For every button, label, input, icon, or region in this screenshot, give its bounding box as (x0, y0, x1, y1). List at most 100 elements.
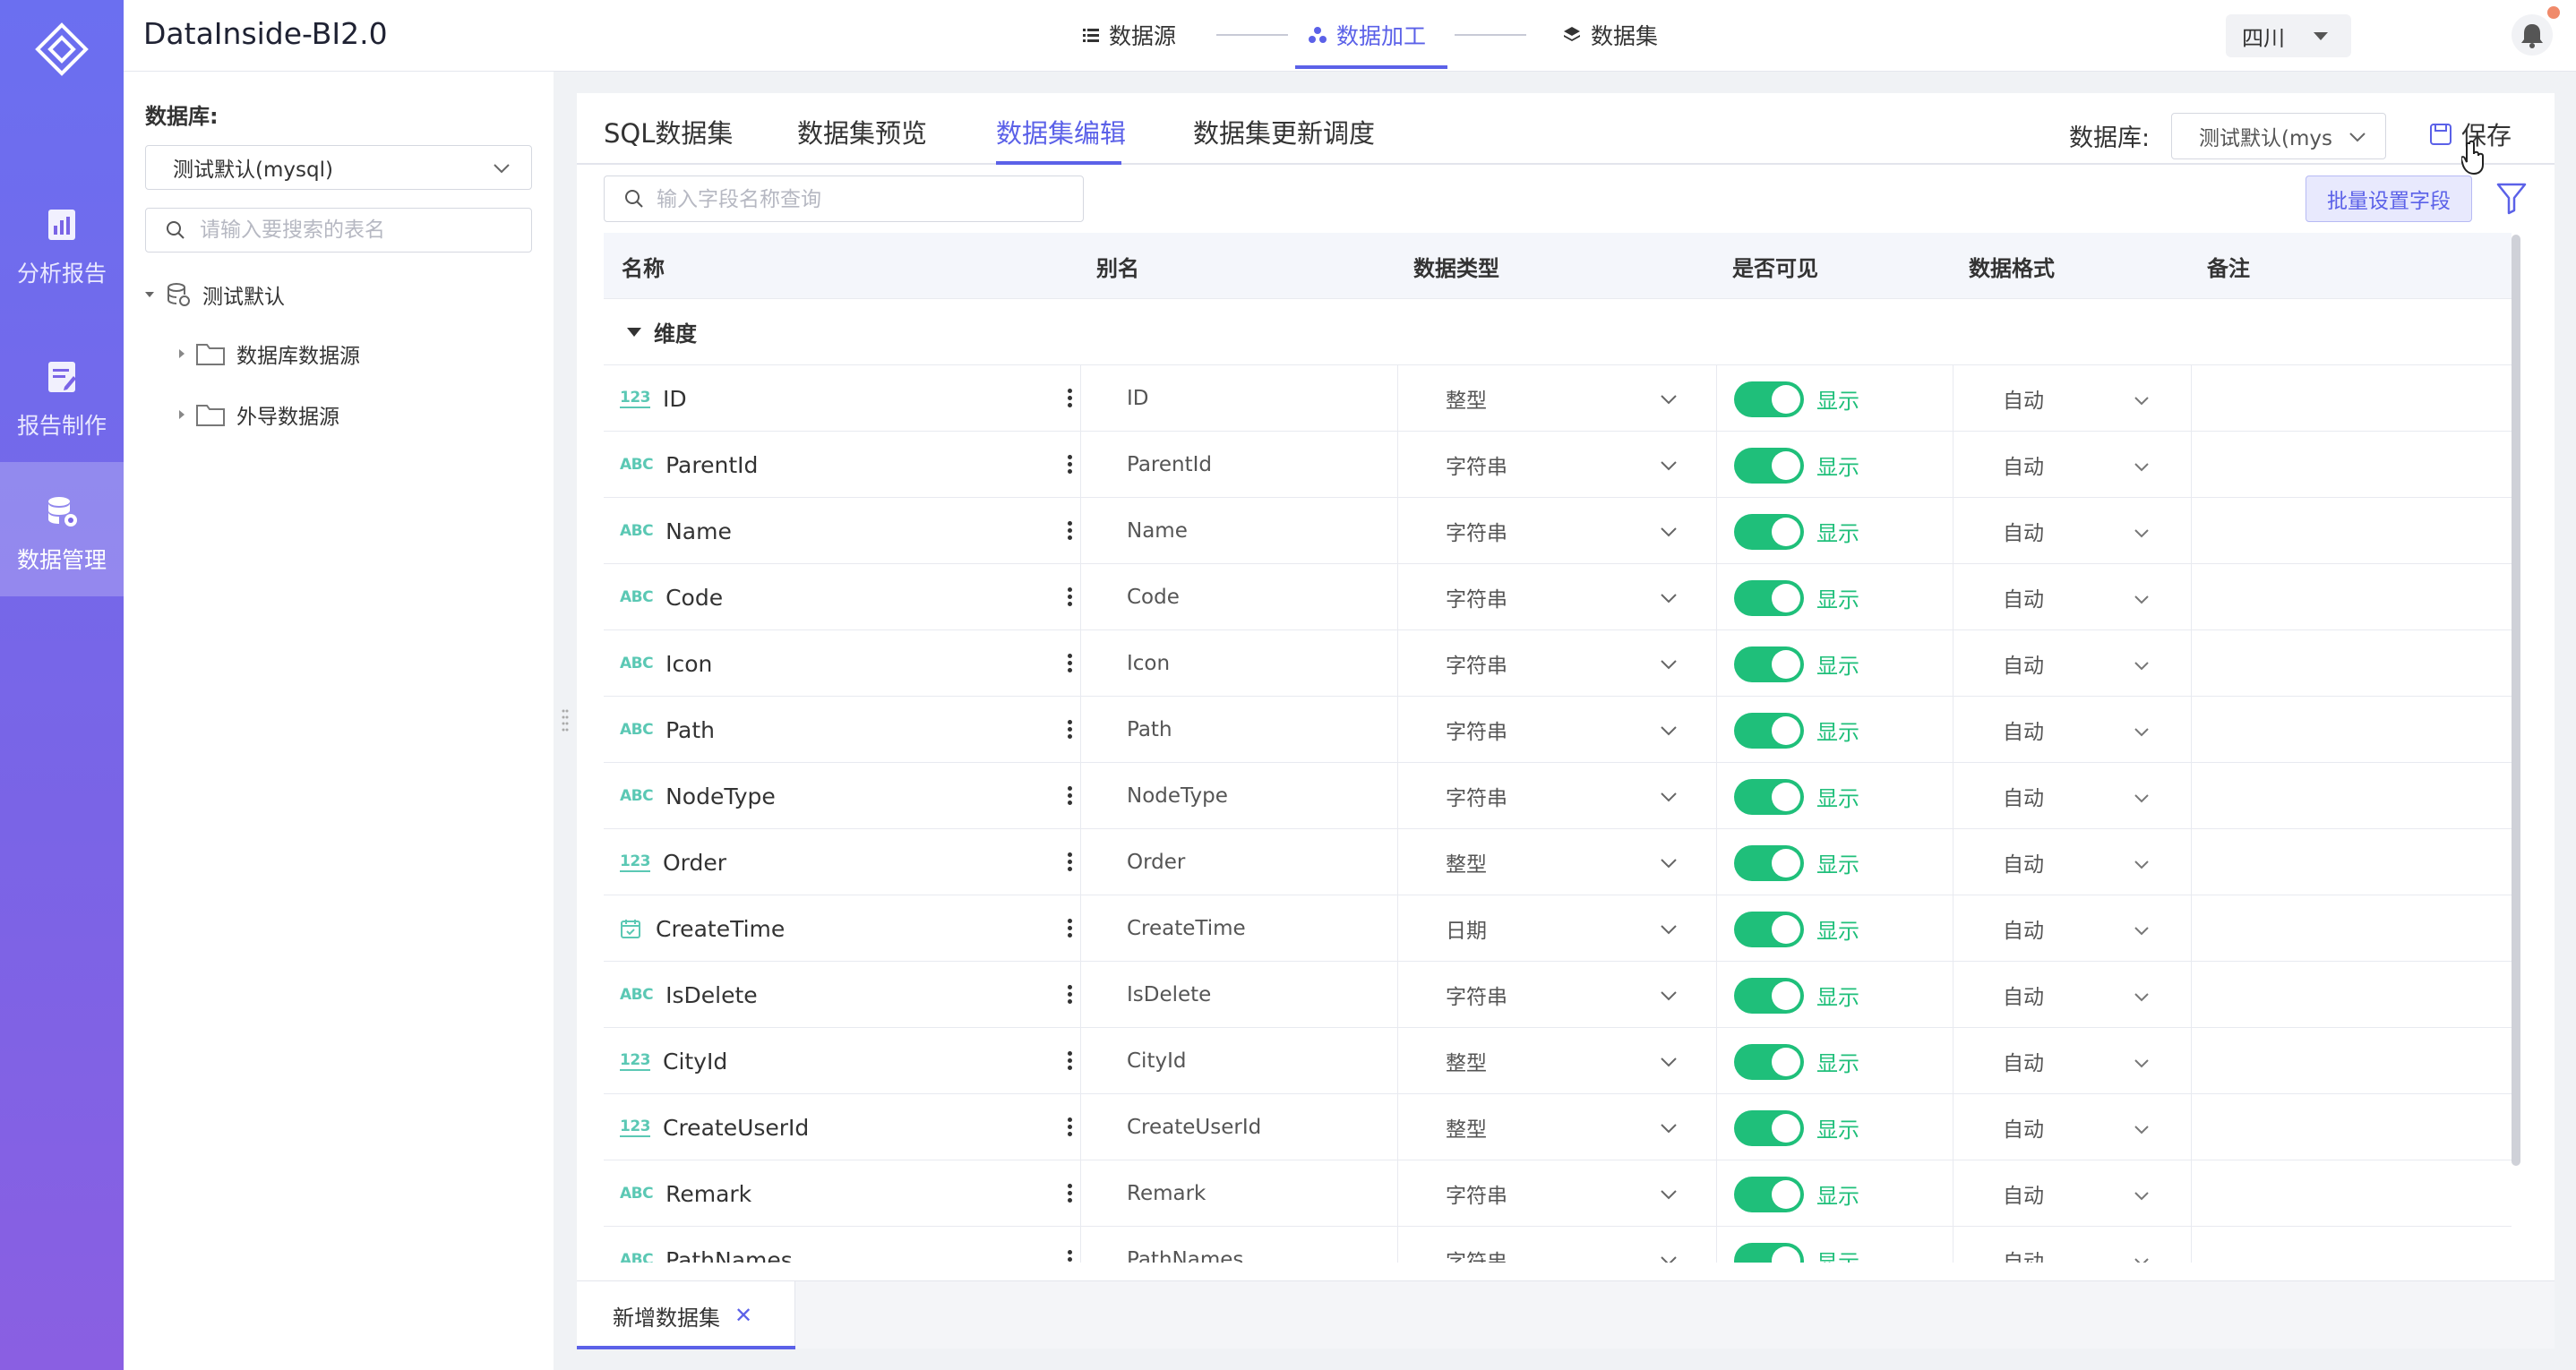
more-vertical-icon[interactable] (1060, 453, 1078, 478)
data-type-dropdown[interactable] (1659, 790, 1679, 807)
visible-toggle[interactable] (1734, 1177, 1804, 1212)
table-row[interactable]: 123 CreateUserId CreateUserId 整型 显示 自动 (604, 1094, 2512, 1160)
field-alias[interactable]: CreateUserId (1127, 1094, 1395, 1160)
table-row[interactable]: ABC Name Name 字符串 显示 自动 (604, 498, 2512, 564)
field-data-type[interactable]: 整型 (1446, 1094, 1553, 1160)
table-row[interactable]: ABC Icon Icon 字符串 显示 自动 (604, 630, 2512, 697)
group-row-dimension[interactable]: 维度 (604, 299, 2512, 365)
tab-dataset-preview[interactable]: 数据集预览 (797, 113, 927, 150)
data-type-dropdown[interactable] (1659, 657, 1679, 674)
field-format[interactable]: 自动 (2003, 432, 2092, 498)
expand-arrow-icon[interactable] (145, 292, 154, 297)
field-data-type[interactable]: 整型 (1446, 365, 1553, 432)
field-data-type[interactable]: 整型 (1446, 829, 1553, 895)
field-format[interactable]: 自动 (2003, 829, 2092, 895)
format-dropdown[interactable] (2134, 1056, 2150, 1073)
more-vertical-icon[interactable] (1060, 917, 1078, 942)
batch-set-fields-button[interactable]: 批量设置字段 (2306, 176, 2472, 222)
step-data-source[interactable]: 数据源 (1082, 0, 1176, 70)
data-type-dropdown[interactable] (1659, 392, 1679, 409)
toolbar-database-select[interactable]: 测试默认(mys (2171, 113, 2386, 159)
more-vertical-icon[interactable] (1060, 1182, 1078, 1207)
format-dropdown[interactable] (2134, 526, 2150, 543)
field-format[interactable]: 自动 (2003, 1227, 2092, 1263)
data-type-dropdown[interactable] (1659, 989, 1679, 1006)
field-format[interactable]: 自动 (2003, 1094, 2092, 1160)
field-alias[interactable]: ID (1127, 365, 1395, 432)
more-vertical-icon[interactable] (1060, 387, 1078, 412)
visible-toggle[interactable] (1734, 779, 1804, 815)
field-format[interactable]: 自动 (2003, 630, 2092, 697)
more-vertical-icon[interactable] (1060, 1049, 1078, 1075)
format-dropdown[interactable] (2134, 857, 2150, 874)
format-dropdown[interactable] (2134, 658, 2150, 675)
field-alias[interactable]: CreateTime (1127, 895, 1395, 962)
table-row[interactable]: ABC PathNames PathNames 字符串 显示 自动 (604, 1227, 2512, 1263)
step-dataset[interactable]: 数据集 (1562, 0, 1658, 70)
field-alias[interactable]: Icon (1127, 630, 1395, 697)
more-vertical-icon[interactable] (1060, 519, 1078, 544)
format-dropdown[interactable] (2134, 592, 2150, 609)
tab-dataset-edit[interactable]: 数据集编辑 (996, 113, 1126, 150)
field-data-type[interactable]: 日期 (1446, 895, 1553, 962)
visible-toggle[interactable] (1734, 381, 1804, 417)
table-row[interactable]: ABC Remark Remark 字符串 显示 自动 (604, 1160, 2512, 1227)
field-search-input[interactable] (657, 185, 1069, 214)
field-alias[interactable]: NodeType (1127, 763, 1395, 829)
table-row[interactable]: ABC Code Code 字符串 显示 自动 (604, 564, 2512, 630)
data-type-dropdown[interactable] (1659, 1055, 1679, 1072)
table-row[interactable]: 123 ID ID 整型 显示 自动 (604, 365, 2512, 432)
close-icon[interactable]: ✕ (734, 1303, 752, 1328)
field-alias[interactable]: ParentId (1127, 432, 1395, 498)
field-format[interactable]: 自动 (2003, 697, 2092, 763)
more-vertical-icon[interactable] (1060, 586, 1078, 611)
tab-update-schedule[interactable]: 数据集更新调度 (1193, 113, 1375, 150)
data-type-dropdown[interactable] (1659, 922, 1679, 939)
field-alias[interactable]: CityId (1127, 1028, 1395, 1094)
format-dropdown[interactable] (2134, 459, 2150, 476)
format-dropdown[interactable] (2134, 393, 2150, 410)
data-type-dropdown[interactable] (1659, 724, 1679, 741)
field-format[interactable]: 自动 (2003, 895, 2092, 962)
visible-toggle[interactable] (1734, 1243, 1804, 1263)
data-type-dropdown[interactable] (1659, 1187, 1679, 1204)
more-vertical-icon[interactable] (1060, 983, 1078, 1008)
table-row[interactable]: ABC IsDelete IsDelete 字符串 显示 自动 (604, 962, 2512, 1028)
tree-node-external-source[interactable]: 外导数据源 (179, 399, 339, 430)
table-row[interactable]: ABC NodeType NodeType 字符串 显示 自动 (604, 763, 2512, 829)
data-type-dropdown[interactable] (1659, 1254, 1679, 1263)
more-vertical-icon[interactable] (1060, 1116, 1078, 1141)
step-data-processing[interactable]: 数据加工 (1308, 0, 1426, 70)
field-alias[interactable]: Remark (1127, 1160, 1395, 1227)
table-row[interactable]: ABC ParentId ParentId 字符串 显示 自动 (604, 432, 2512, 498)
table-search-input[interactable] (200, 216, 522, 244)
field-format[interactable]: 自动 (2003, 763, 2092, 829)
data-type-dropdown[interactable] (1659, 525, 1679, 542)
field-data-type[interactable]: 字符串 (1446, 962, 1553, 1028)
format-dropdown[interactable] (2134, 1254, 2150, 1263)
field-alias[interactable]: PathNames (1127, 1227, 1395, 1263)
field-alias[interactable]: IsDelete (1127, 962, 1395, 1028)
data-type-dropdown[interactable] (1659, 458, 1679, 475)
region-select[interactable]: 四川 (2226, 14, 2351, 57)
database-select[interactable]: 测试默认(mysql) (145, 145, 532, 190)
data-type-dropdown[interactable] (1659, 1121, 1679, 1138)
format-dropdown[interactable] (2134, 1122, 2150, 1139)
visible-toggle[interactable] (1734, 845, 1804, 881)
tree-node-root[interactable]: 测试默认 (145, 279, 285, 310)
more-vertical-icon[interactable] (1060, 851, 1078, 876)
field-data-type[interactable]: 字符串 (1446, 697, 1553, 763)
more-vertical-icon[interactable] (1060, 1248, 1078, 1263)
field-alias[interactable]: Code (1127, 564, 1395, 630)
field-data-type[interactable]: 字符串 (1446, 1227, 1553, 1263)
field-format[interactable]: 自动 (2003, 564, 2092, 630)
table-row[interactable]: ABC Path Path 字符串 显示 自动 (604, 697, 2512, 763)
field-format[interactable]: 自动 (2003, 498, 2092, 564)
format-dropdown[interactable] (2134, 989, 2150, 1006)
format-dropdown[interactable] (2134, 1188, 2150, 1205)
visible-toggle[interactable] (1734, 713, 1804, 749)
format-dropdown[interactable] (2134, 791, 2150, 808)
format-dropdown[interactable] (2134, 923, 2150, 940)
visible-toggle[interactable] (1734, 580, 1804, 616)
dataset-tab-new[interactable]: 新增数据集 ✕ (577, 1281, 795, 1349)
